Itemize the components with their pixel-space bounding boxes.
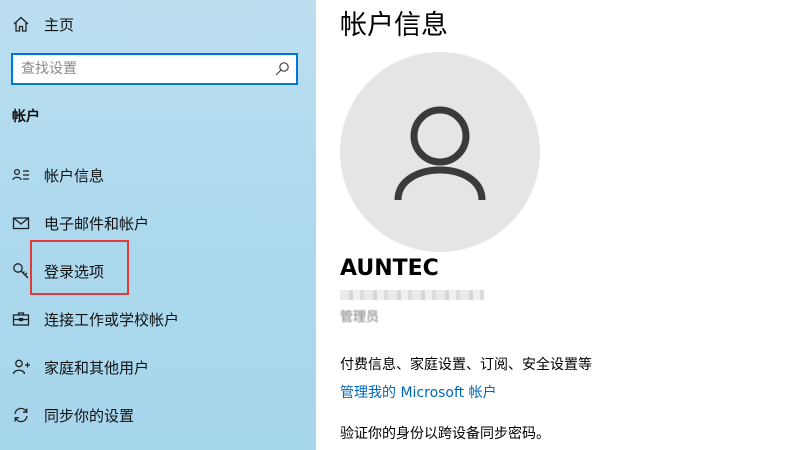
home-icon xyxy=(13,16,29,32)
section-title: 帐户 xyxy=(12,109,40,125)
sidebar-item-label: 同步你的设置 xyxy=(44,406,135,425)
user-icon xyxy=(394,106,486,201)
sidebar-item-account-info[interactable]: 帐户信息 xyxy=(0,155,316,195)
billing-description: 付费信息、家庭设置、订阅、安全设置等 xyxy=(340,357,592,373)
page-title: 帐户信息 xyxy=(340,10,448,41)
add-person-icon xyxy=(10,356,32,378)
sidebar-item-label: 电子邮件和帐户 xyxy=(44,214,150,233)
sidebar-item-label: 帐户信息 xyxy=(44,166,105,185)
account-info-icon xyxy=(10,164,32,186)
sidebar-item-label: 连接工作或学校帐户 xyxy=(44,310,180,329)
mail-icon xyxy=(10,212,32,234)
search-box[interactable] xyxy=(11,53,298,85)
sidebar-item-label: 家庭和其他用户 xyxy=(44,358,150,377)
home-label: 主页 xyxy=(44,15,75,34)
redacted-email xyxy=(340,290,484,300)
sidebar-item-email-accounts[interactable]: 电子邮件和帐户 xyxy=(0,203,316,243)
sidebar-item-work-school[interactable]: 连接工作或学校帐户 xyxy=(0,299,316,339)
avatar xyxy=(340,52,540,252)
sidebar-item-sync-settings[interactable]: 同步你的设置 xyxy=(0,395,316,435)
key-icon xyxy=(10,260,32,282)
account-role: 管理员 xyxy=(340,310,380,325)
briefcase-icon xyxy=(10,308,32,330)
sidebar: 主页 帐户 帐户信息 电子邮件和帐户 登录选项 xyxy=(0,0,316,450)
highlight-box xyxy=(30,240,129,295)
verify-identity-text: 验证你的身份以跨设备同步密码。 xyxy=(340,426,550,442)
username: AUNTEC xyxy=(340,256,439,281)
manage-account-link[interactable]: 管理我的 Microsoft 帐户 xyxy=(340,382,497,402)
main-panel: 帐户信息 AUNTEC 管理员 付费信息、家庭设置、订阅、安全设置等 管理我的 … xyxy=(316,0,800,450)
search-icon[interactable] xyxy=(274,61,290,77)
home-nav-item[interactable]: 主页 xyxy=(12,12,74,36)
search-input[interactable] xyxy=(21,55,261,83)
sidebar-item-family-users[interactable]: 家庭和其他用户 xyxy=(0,347,316,387)
sync-icon xyxy=(10,404,32,426)
